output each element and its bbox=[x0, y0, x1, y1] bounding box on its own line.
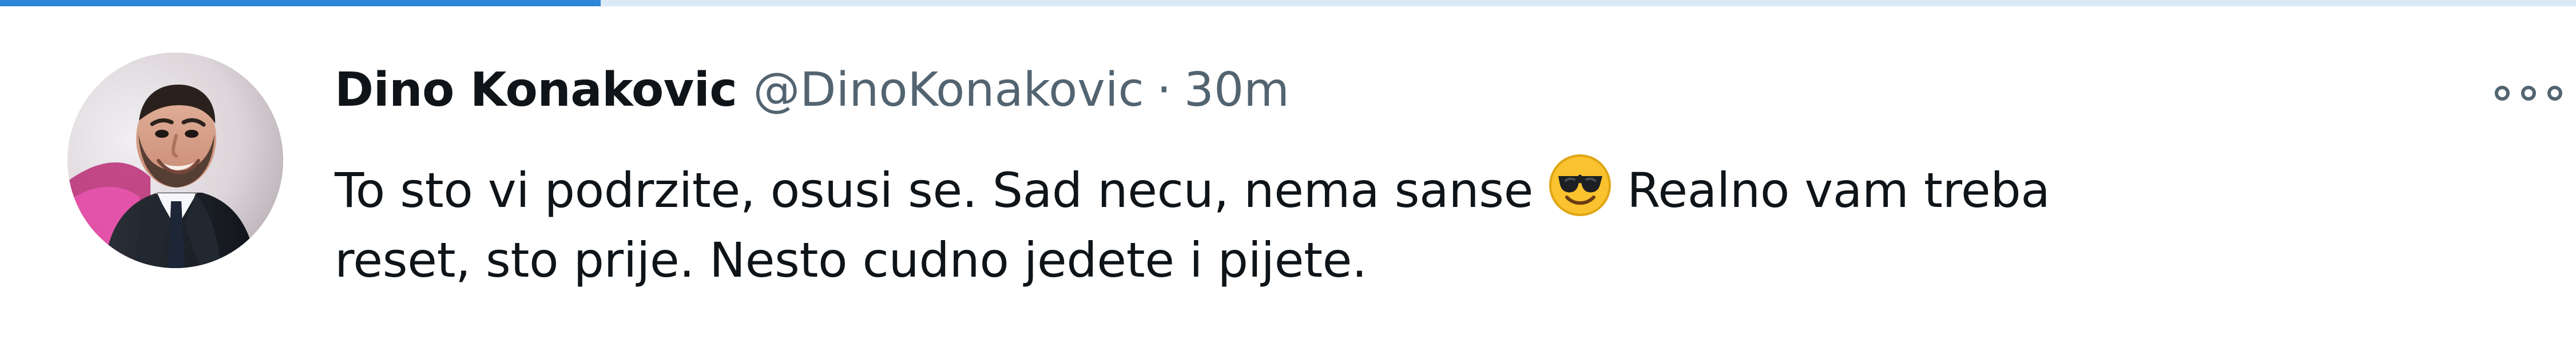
top-timeline-strip bbox=[0, 0, 2576, 6]
tweet-header: Dino Konakovic @DinoKonakovic · 30m bbox=[335, 59, 2394, 122]
avatar[interactable] bbox=[68, 53, 283, 268]
top-accent-bar bbox=[0, 0, 601, 6]
tweet-text-before-emoji: To sto vi podrzite, osusi se. Sad necu, … bbox=[335, 162, 1534, 218]
tweet-screenshot: Dino Konakovic @DinoKonakovic · 30m To s… bbox=[0, 0, 2576, 343]
tweet-text: To sto vi podrzite, osusi se. Sad necu, … bbox=[335, 153, 2451, 295]
tweet-time[interactable]: 30m bbox=[1184, 59, 1289, 122]
tweet-content: Dino Konakovic @DinoKonakovic · 30m To s… bbox=[335, 59, 2562, 322]
tweet-card[interactable]: Dino Konakovic @DinoKonakovic · 30m To s… bbox=[0, 6, 2576, 343]
author-handle[interactable]: @DinoKonakovic bbox=[753, 59, 1144, 122]
tweet-text-line-2: reset, sto prije. Nesto cudno jedete i p… bbox=[335, 232, 1367, 288]
header-separator: · bbox=[1156, 63, 1172, 117]
tweet-text-after-emoji: Realno vam treba bbox=[1627, 162, 2050, 218]
more-options-button[interactable] bbox=[2486, 73, 2571, 113]
profile-photo-icon bbox=[68, 53, 283, 268]
more-options-icon bbox=[2495, 86, 2562, 101]
tweet-text-line-1: To sto vi podrzite, osusi se. Sad necu, … bbox=[335, 153, 2451, 225]
smiling-face-with-sunglasses-icon bbox=[1548, 153, 1612, 217]
author-name[interactable]: Dino Konakovic bbox=[335, 59, 737, 122]
